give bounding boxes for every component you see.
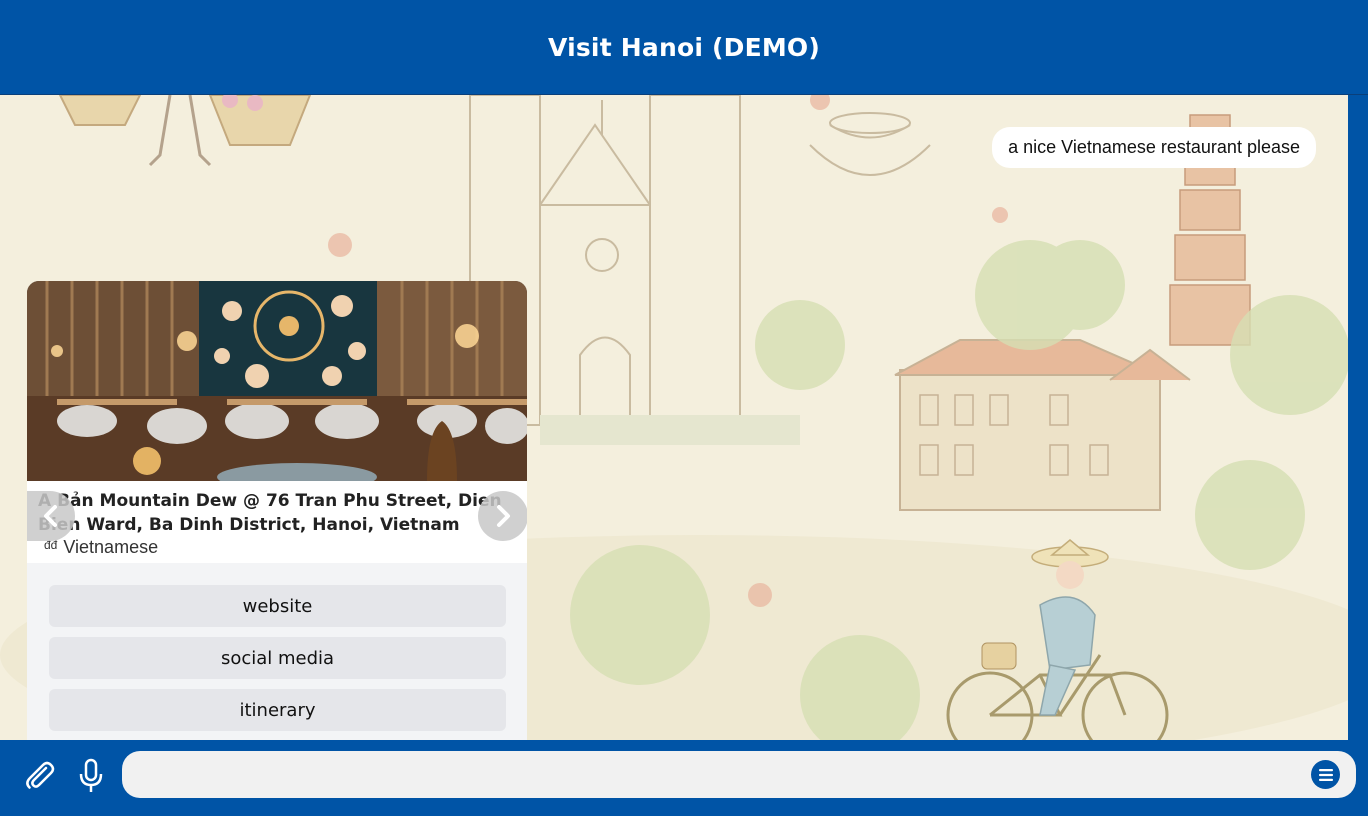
scrollbar-track[interactable] bbox=[1348, 95, 1368, 740]
menu-icon bbox=[1318, 768, 1333, 781]
restaurant-info: A Bản Mountain Dew @ 76 Tran Phu Street,… bbox=[27, 481, 527, 563]
microphone-button[interactable] bbox=[76, 758, 106, 794]
chat-area[interactable]: a nice Vietnamese restaurant please A Bả… bbox=[0, 95, 1348, 740]
message-input[interactable] bbox=[138, 759, 1302, 791]
user-message-bubble: a nice Vietnamese restaurant please bbox=[992, 127, 1316, 168]
restaurant-cuisine-line: đđ Vietnamese bbox=[44, 537, 158, 558]
carousel-prev-button[interactable] bbox=[27, 491, 75, 541]
message-input-container bbox=[122, 751, 1356, 798]
itinerary-button[interactable]: itinerary bbox=[49, 689, 506, 731]
paperclip-icon bbox=[26, 761, 55, 789]
carousel-next-button[interactable] bbox=[478, 491, 527, 541]
card-action-buttons: website social media itinerary bbox=[49, 585, 506, 740]
restaurant-card: A Bản Mountain Dew @ 76 Tran Phu Street,… bbox=[27, 281, 527, 740]
page-title: Visit Hanoi (DEMO) bbox=[547, 32, 821, 62]
social-media-button[interactable]: social media bbox=[49, 637, 506, 679]
restaurant-photo bbox=[27, 281, 527, 481]
chevron-left-icon bbox=[44, 505, 57, 527]
chevron-right-icon bbox=[497, 505, 510, 527]
microphone-icon bbox=[79, 758, 103, 792]
website-button[interactable]: website bbox=[49, 585, 506, 627]
menu-button[interactable] bbox=[1311, 760, 1340, 789]
message-composer bbox=[0, 740, 1368, 816]
cuisine-label: Vietnamese bbox=[63, 537, 159, 557]
app-header: Visit Hanoi (DEMO) bbox=[0, 0, 1368, 95]
restaurant-name-address: A Bản Mountain Dew @ 76 Tran Phu Street,… bbox=[38, 491, 502, 535]
attach-button[interactable] bbox=[22, 758, 56, 792]
